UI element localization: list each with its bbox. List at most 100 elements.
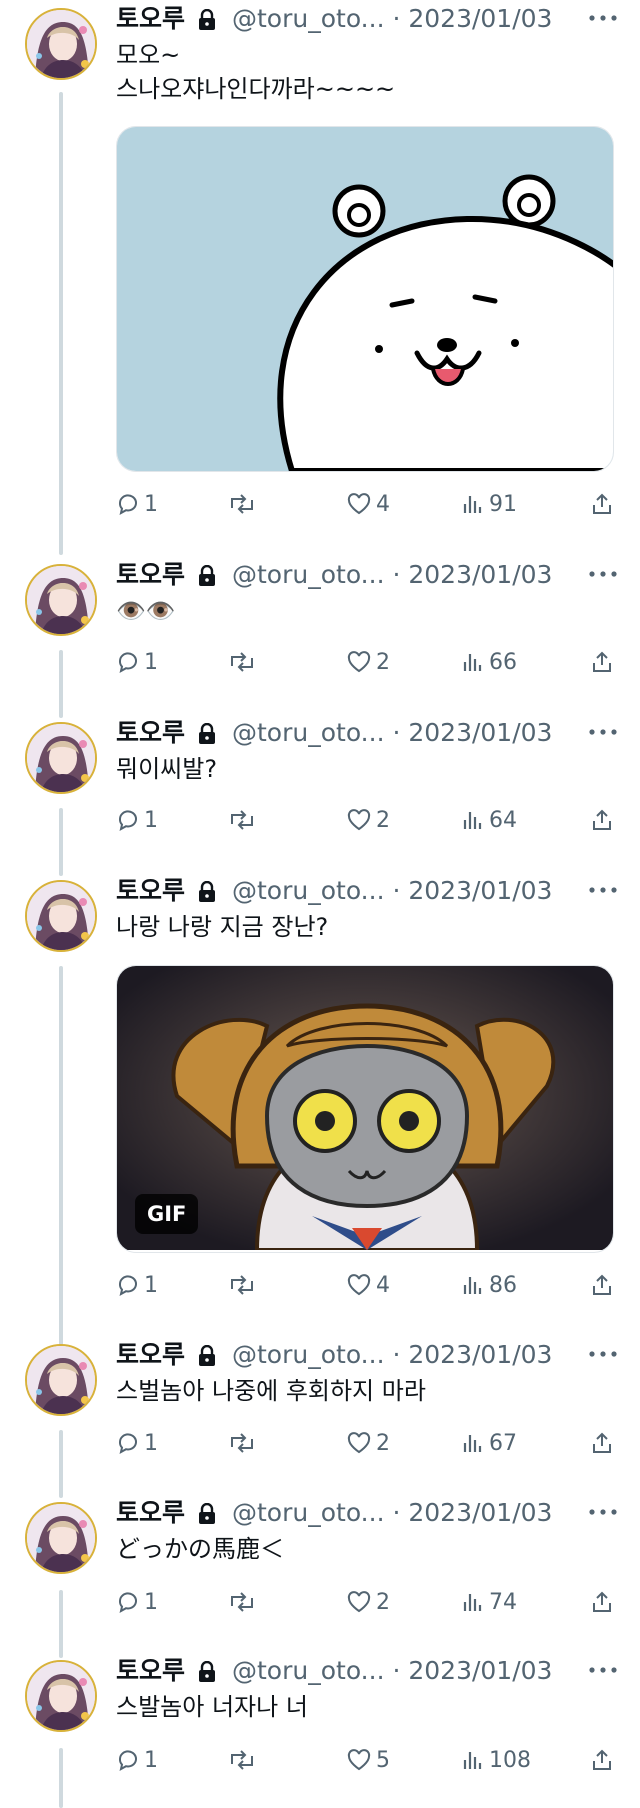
reply-button[interactable]: 1 [116,1745,158,1775]
views-icon [461,492,485,516]
like-button[interactable]: 4 [346,489,390,519]
views-button[interactable]: 91 [461,489,517,519]
views-icon [461,1590,485,1614]
views-button[interactable]: 74 [461,1587,517,1617]
retweet-icon [228,1748,256,1772]
avatar[interactable] [25,564,97,636]
more-options-icon[interactable] [586,8,620,32]
like-count: 2 [376,1589,390,1615]
thread-line [59,808,63,876]
action-bar: 1 2 64 [116,805,616,835]
avatar[interactable] [25,722,97,794]
views-icon [461,1273,485,1297]
avatar[interactable] [25,1660,97,1732]
retweet-button[interactable] [228,1587,256,1617]
more-options-icon[interactable] [586,1344,620,1368]
author-name[interactable]: 토오루 [116,4,185,34]
lock-icon [197,564,217,591]
author-name[interactable]: 토오루 [116,718,185,748]
retweet-icon [228,1431,256,1455]
thread-line [59,1430,63,1498]
author-handle-date[interactable]: @toru_oto... · 2023/01/03 [232,1340,552,1370]
retweet-icon [228,1590,256,1614]
heart-icon [346,650,372,674]
author-name[interactable]: 토오루 [116,876,185,906]
author-handle-date[interactable]: @toru_oto... · 2023/01/03 [232,876,552,906]
tweet-gif[interactable]: GIF [116,965,614,1253]
heart-icon [346,1273,372,1297]
lock-icon [197,8,217,35]
retweet-button[interactable] [228,647,256,677]
reply-icon [116,492,140,516]
author-name[interactable]: 토오루 [116,560,185,590]
more-options-icon[interactable] [586,564,620,588]
like-button[interactable]: 2 [346,1428,390,1458]
author-name[interactable]: 토오루 [116,1340,185,1370]
avatar[interactable] [25,1344,97,1416]
author-name[interactable]: 토오루 [116,1656,185,1686]
like-count: 4 [376,1272,390,1298]
gif-badge: GIF [135,1194,199,1234]
retweet-icon [228,1273,256,1297]
more-options-icon[interactable] [586,1660,620,1684]
like-button[interactable]: 2 [346,805,390,835]
share-button[interactable] [590,1587,614,1617]
views-button[interactable]: 86 [461,1270,517,1300]
reply-button[interactable]: 1 [116,489,158,519]
reply-button[interactable]: 1 [116,647,158,677]
share-button[interactable] [590,489,614,519]
like-button[interactable]: 5 [346,1745,390,1775]
tweet-text: 나랑 나랑 지금 장난? [116,913,329,941]
tweet-text: 모오~ 스나오쟈나인다까라~~~~ [116,41,396,103]
reply-count: 1 [144,1430,158,1456]
more-options-icon[interactable] [586,722,620,746]
avatar[interactable] [25,1502,97,1574]
tweet-text: どっかの馬鹿＜ [116,1535,284,1563]
author-handle-date[interactable]: @toru_oto... · 2023/01/03 [232,560,552,590]
reply-icon [116,1748,140,1772]
share-button[interactable] [590,1428,614,1458]
like-count: 2 [376,1430,390,1456]
retweet-button[interactable] [228,489,256,519]
author-handle-date[interactable]: @toru_oto... · 2023/01/03 [232,4,552,34]
heart-icon [346,492,372,516]
like-button[interactable]: 2 [346,647,390,677]
share-button[interactable] [590,1270,614,1300]
reply-icon [116,1273,140,1297]
views-button[interactable]: 108 [461,1745,531,1775]
reply-button[interactable]: 1 [116,1587,158,1617]
avatar[interactable] [25,880,97,952]
reply-count: 1 [144,491,158,517]
reply-button[interactable]: 1 [116,1270,158,1300]
reply-button[interactable]: 1 [116,805,158,835]
views-icon [461,1431,485,1455]
retweet-button[interactable] [228,1428,256,1458]
share-button[interactable] [590,647,614,677]
share-button[interactable] [590,805,614,835]
lock-icon [197,1660,217,1687]
like-button[interactable]: 2 [346,1587,390,1617]
views-button[interactable]: 66 [461,647,517,677]
retweet-icon [228,808,256,832]
tweet-text: 스발놈아 너자나 너 [116,1693,308,1721]
retweet-button[interactable] [228,805,256,835]
retweet-button[interactable] [228,1270,256,1300]
share-button[interactable] [590,1745,614,1775]
reply-button[interactable]: 1 [116,1428,158,1458]
more-options-icon[interactable] [586,880,620,904]
like-button[interactable]: 4 [346,1270,390,1300]
action-bar: 1 4 86 [116,1270,616,1300]
author-handle-date[interactable]: @toru_oto... · 2023/01/03 [232,1656,552,1686]
avatar[interactable] [25,8,97,80]
heart-icon [346,1748,372,1772]
retweet-button[interactable] [228,1745,256,1775]
action-bar: 1 4 91 [116,489,616,519]
author-handle-date[interactable]: @toru_oto... · 2023/01/03 [232,718,552,748]
action-bar: 1 5 108 [116,1745,616,1775]
views-button[interactable]: 64 [461,805,517,835]
tweet-image[interactable] [116,126,614,472]
views-button[interactable]: 67 [461,1428,517,1458]
author-handle-date[interactable]: @toru_oto... · 2023/01/03 [232,1498,552,1528]
author-name[interactable]: 토오루 [116,1498,185,1528]
more-options-icon[interactable] [586,1502,620,1526]
